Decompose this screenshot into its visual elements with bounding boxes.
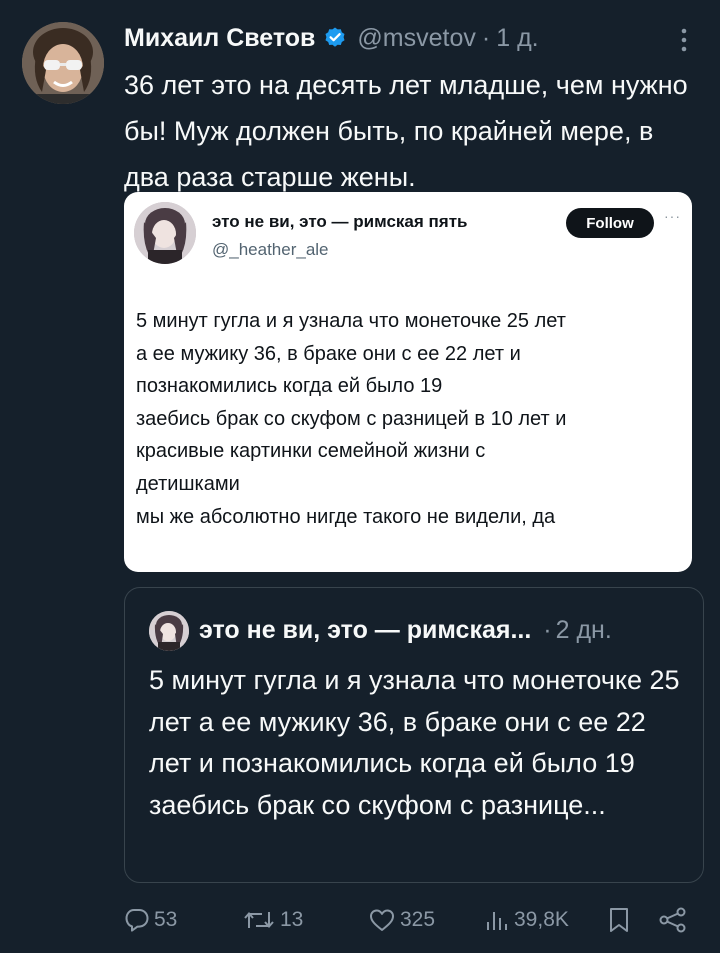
like-count: 325 bbox=[400, 908, 436, 931]
bookmark-icon bbox=[610, 908, 628, 932]
author-avatar[interactable] bbox=[22, 22, 104, 104]
like-button[interactable]: 325 bbox=[368, 900, 435, 940]
attached-screenshot[interactable]: это не ви, это — римская пять @_heather_… bbox=[124, 192, 692, 572]
views-chart-icon bbox=[487, 912, 507, 930]
screenshot-text-line: красивые картинки семейной жизни с bbox=[136, 440, 486, 463]
bookmark-button[interactable] bbox=[607, 900, 631, 940]
action-bar: 53 13 325 39,8K bbox=[124, 900, 704, 940]
views-button[interactable]: 39,8K bbox=[484, 900, 569, 940]
reply-button[interactable]: 53 bbox=[124, 900, 177, 940]
quoted-timestamp: 2 дн. bbox=[555, 616, 612, 644]
quoted-author-name: это не ви, это — римская... bbox=[199, 616, 532, 644]
screenshot-follow-button: Follow bbox=[566, 208, 654, 238]
quoted-tweet[interactable]: это не ви, это — римская... · 2 дн. 5 мину… bbox=[124, 587, 704, 883]
tweet-timestamp[interactable]: 1 д. bbox=[496, 24, 538, 53]
screenshot-text-line: заебись брак со скуфом с разницей в 10 л… bbox=[136, 407, 567, 430]
quoted-header-separator: · bbox=[543, 616, 552, 644]
tweet-text: 36 лет это на десять лет младше, чем нуж… bbox=[124, 70, 688, 192]
repost-count: 13 bbox=[280, 908, 304, 931]
reply-icon bbox=[125, 909, 149, 932]
screenshot-text-line: мы же абсолютно нигде такого не видели, … bbox=[136, 505, 556, 528]
screenshot-text: 5 минут гугла и я узнала что монеточке 2… bbox=[136, 305, 684, 533]
verified-badge-icon bbox=[323, 26, 347, 50]
share-button[interactable] bbox=[658, 900, 688, 940]
quoted-header: это не ви, это — римская... · 2 дн. bbox=[199, 612, 612, 648]
screenshot-text-line: а ее мужику 36, в браке они с ее 22 лет … bbox=[136, 342, 521, 365]
screenshot-more-icon: ··· bbox=[664, 208, 681, 224]
tweet[interactable]: Михаил Светов @msvetov · 1 д. 36 лет это… bbox=[0, 0, 720, 953]
repost-button[interactable]: 13 bbox=[242, 900, 303, 940]
share-icon bbox=[659, 907, 686, 933]
repost-icon bbox=[244, 911, 274, 929]
author-name[interactable]: Михаил Светов bbox=[124, 24, 315, 53]
tweet-header: Михаил Светов @msvetov · 1 д. bbox=[124, 20, 684, 56]
screenshot-text-line: познакомились когда ей было 19 bbox=[136, 375, 443, 398]
header-separator: · bbox=[481, 23, 491, 52]
quoted-author-avatar bbox=[149, 611, 189, 651]
views-count: 39,8K bbox=[514, 908, 569, 931]
quoted-text: 5 минут гугла и я узнала что монеточке 2… bbox=[149, 665, 680, 820]
author-handle[interactable]: @msvetov bbox=[357, 24, 475, 53]
heart-icon bbox=[370, 909, 394, 931]
screenshot-handle: @_heather_ale bbox=[212, 240, 329, 259]
more-vertical-icon[interactable] bbox=[672, 26, 696, 54]
screenshot-text-line: детишками bbox=[136, 472, 240, 495]
screenshot-text-line: 5 минут гугла и я узнала что монеточке 2… bbox=[136, 310, 566, 332]
screenshot-display-name: это не ви, это — римская пять bbox=[212, 212, 468, 231]
screenshot-avatar bbox=[134, 202, 196, 264]
reply-count: 53 bbox=[154, 908, 178, 931]
